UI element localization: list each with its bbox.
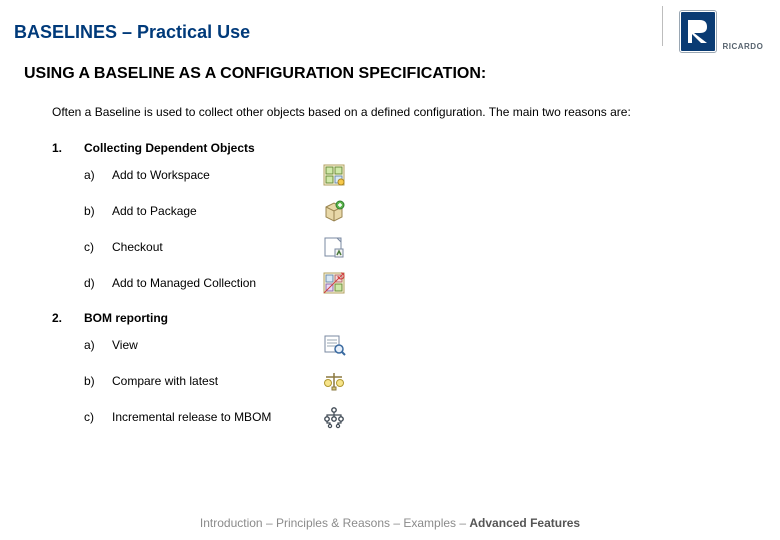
item-letter: a) [84,338,112,352]
list-number: 1. [52,141,84,155]
item-label: Checkout [112,240,322,254]
list-item: d) Add to Managed Collection [84,265,780,301]
logo-r-icon [686,18,710,44]
list-item: a) View [84,327,780,363]
breadcrumb-footer: Introduction – Principles & Reasons – Ex… [0,516,780,530]
item-label: Incremental release to MBOM [112,410,322,424]
list-number: 2. [52,311,84,325]
item-label: Add to Workspace [112,168,322,182]
logo-wordmark: RICARDO [720,13,760,52]
page-title: BASELINES – Practical Use [0,0,780,43]
workspace-icon [322,163,346,187]
list-item: b) Compare with latest [84,363,780,399]
item-letter: d) [84,276,112,290]
item-label: Add to Managed Collection [112,276,322,290]
list-heading: Collecting Dependent Objects [84,141,255,155]
list-item: a) Add to Workspace [84,157,780,193]
item-letter: b) [84,204,112,218]
item-letter: b) [84,374,112,388]
list-heading: BOM reporting [84,311,168,325]
package-icon [322,199,346,223]
item-letter: c) [84,410,112,424]
view-icon [322,333,346,357]
section-subtitle: USING A BASELINE AS A CONFIGURATION SPEC… [0,43,780,83]
list-item: c) Incremental release to MBOM [84,399,780,435]
compare-icon [322,369,346,393]
footer-part: Examples [403,516,456,530]
collection-icon [322,271,346,295]
list-item: c) Checkout [84,229,780,265]
list-item: b) Add to Package [84,193,780,229]
item-label: Add to Package [112,204,322,218]
footer-active: Advanced Features [469,516,580,530]
checkout-icon [322,235,346,259]
header-divider [662,6,663,46]
item-label: Compare with latest [112,374,322,388]
intro-text: Often a Baseline is used to collect othe… [0,83,780,119]
tree-icon [322,405,346,429]
item-letter: c) [84,240,112,254]
brand-logo: RICARDO [680,11,762,53]
item-label: View [112,338,322,352]
footer-part: Principles & Reasons [276,516,390,530]
item-letter: a) [84,168,112,182]
logo-badge [680,11,716,52]
footer-part: Introduction [200,516,263,530]
list-section-2: 2. BOM reporting [52,311,780,325]
list-section-1: 1. Collecting Dependent Objects [52,141,780,155]
